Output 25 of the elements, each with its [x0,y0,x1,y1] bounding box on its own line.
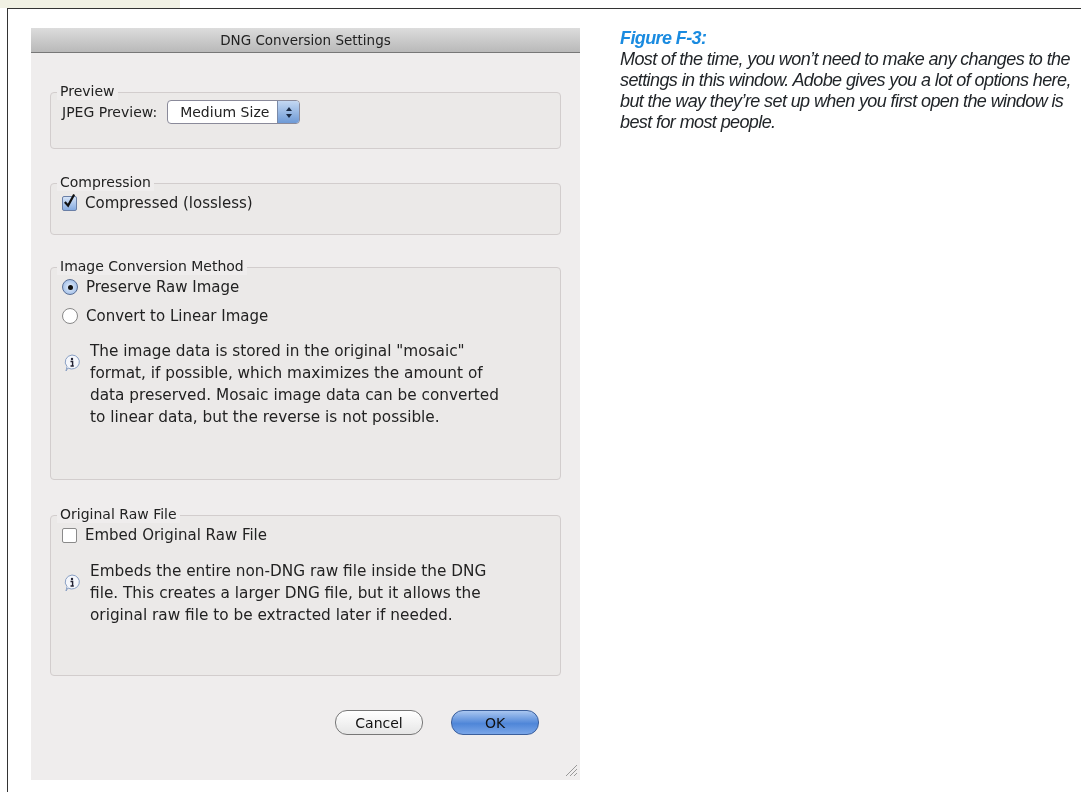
figure-label: Figure F-3: [620,28,708,49]
popup-menu[interactable]: Medium Size [167,100,301,124]
default-button[interactable]: OK [451,710,539,735]
window-title: DNG Conversion Settings [31,28,580,53]
checkbox-label[interactable]: Embed Original Raw File [85,524,267,547]
radio-label[interactable]: Convert to Linear Image [86,304,269,327]
radio-button[interactable] [62,307,78,324]
checkbox[interactable] [62,195,77,211]
group-title: Preview [57,82,118,100]
info-text: The image data is stored in the original "mosaic" format, if possible, which maximizes the amount of data preserved. Mosaic image data can be converted to linear data, but the reverse is not possible. [90,341,500,428]
group-title: Image Conversion Method [57,257,247,275]
group-title: Compression [57,173,154,191]
stepper-arrows-icon [284,105,293,119]
info-text: Embeds the entire non-DNG raw file inside the DNG file. This creates a larger DNG file, but it allows the original raw file to be extracted later if needed. [90,560,488,626]
figure-caption: Most of the time, you won’t need to make any changes to the settings in this window. Adobe gives you a lot of options here, but the way they’re set up when you first open the window is best for most people. [620,49,1072,133]
info-icon [62,353,82,373]
cancel-button[interactable]: Cancel [335,710,423,735]
resize-grip-icon[interactable] [564,763,578,777]
info-icon [62,572,82,593]
field-label: JPEG Preview: [62,102,158,122]
radio-button[interactable] [62,279,78,296]
checkbox-label[interactable]: Compressed (lossless) [85,192,253,215]
radio-label[interactable]: Preserve Raw Image [86,276,240,299]
group-title: Original Raw File [57,505,180,523]
checkbox[interactable] [62,527,77,543]
